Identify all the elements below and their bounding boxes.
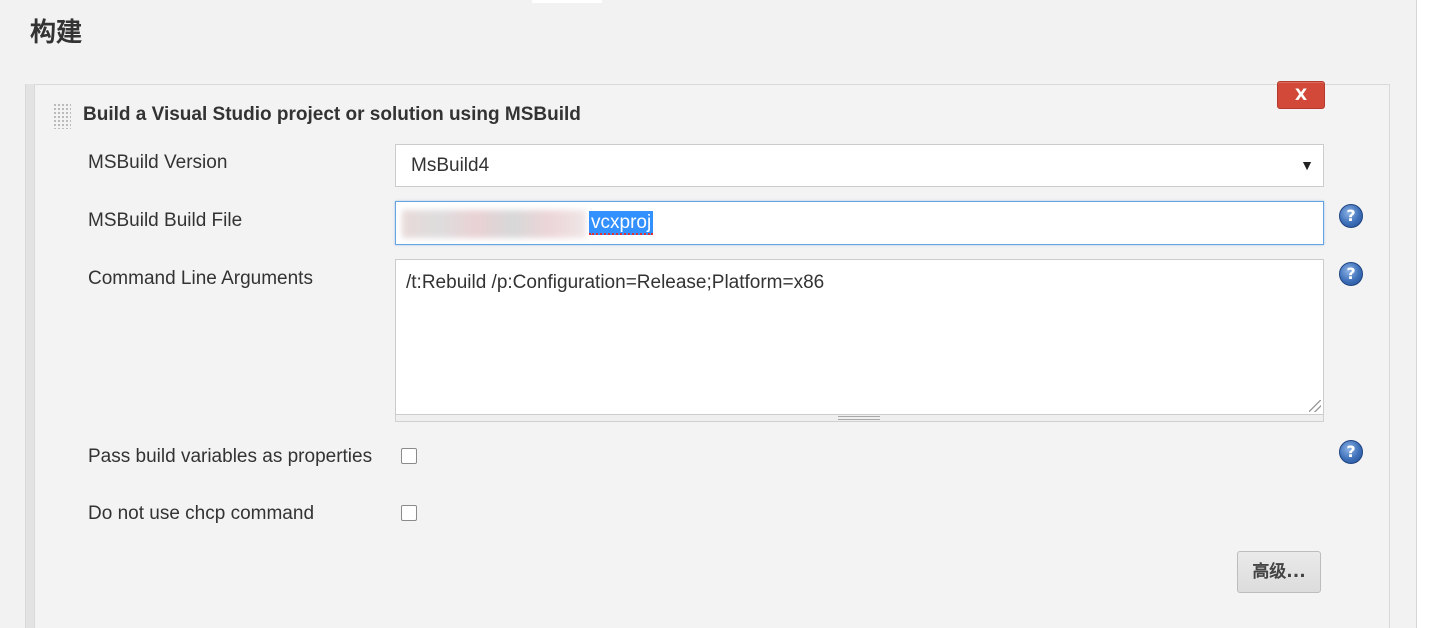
cmd-args-textarea[interactable]: /t:Rebuild /p:Configuration=Release;Plat… [395,259,1324,415]
no-chcp-checkbox[interactable] [401,505,417,521]
build-file-label: MSBuild Build File [88,210,243,231]
build-section: 构建 Build a Visual Studio project or solu… [0,0,1417,628]
step-title: Build a Visual Studio project or solutio… [83,104,581,125]
msbuild-version-value: MsBuild4 [411,155,490,176]
pass-build-vars-label: Pass build variables as properties [88,446,373,467]
build-file-input[interactable]: vcxproj [395,201,1324,245]
no-chcp-label: Do not use chcp command [88,503,315,524]
resize-grip-icon[interactable] [1309,400,1321,412]
build-file-selected-text: vcxproj [589,211,654,235]
drag-handle-icon[interactable] [53,103,71,129]
top-tab-gap [532,0,602,3]
cmd-args-value: /t:Rebuild /p:Configuration=Release;Plat… [406,272,825,293]
msbuild-version-select[interactable]: MsBuild4 ▼ [395,144,1324,187]
help-icon[interactable]: ? [1339,204,1363,228]
msbuild-version-label: MSBuild Version [88,152,228,173]
delete-step-button[interactable]: X [1277,81,1325,109]
expand-handle-icon[interactable] [838,416,880,420]
cmd-args-label: Command Line Arguments [88,268,313,289]
redacted-path [402,210,586,238]
pass-build-vars-checkbox[interactable] [401,448,417,464]
section-title: 构建 [30,18,83,48]
advanced-button[interactable]: 高级... [1237,551,1321,593]
help-icon[interactable]: ? [1339,440,1363,464]
triangle-down-icon: ▼ [1300,157,1314,173]
help-icon[interactable]: ? [1339,262,1363,286]
step-left-bar [25,84,34,628]
